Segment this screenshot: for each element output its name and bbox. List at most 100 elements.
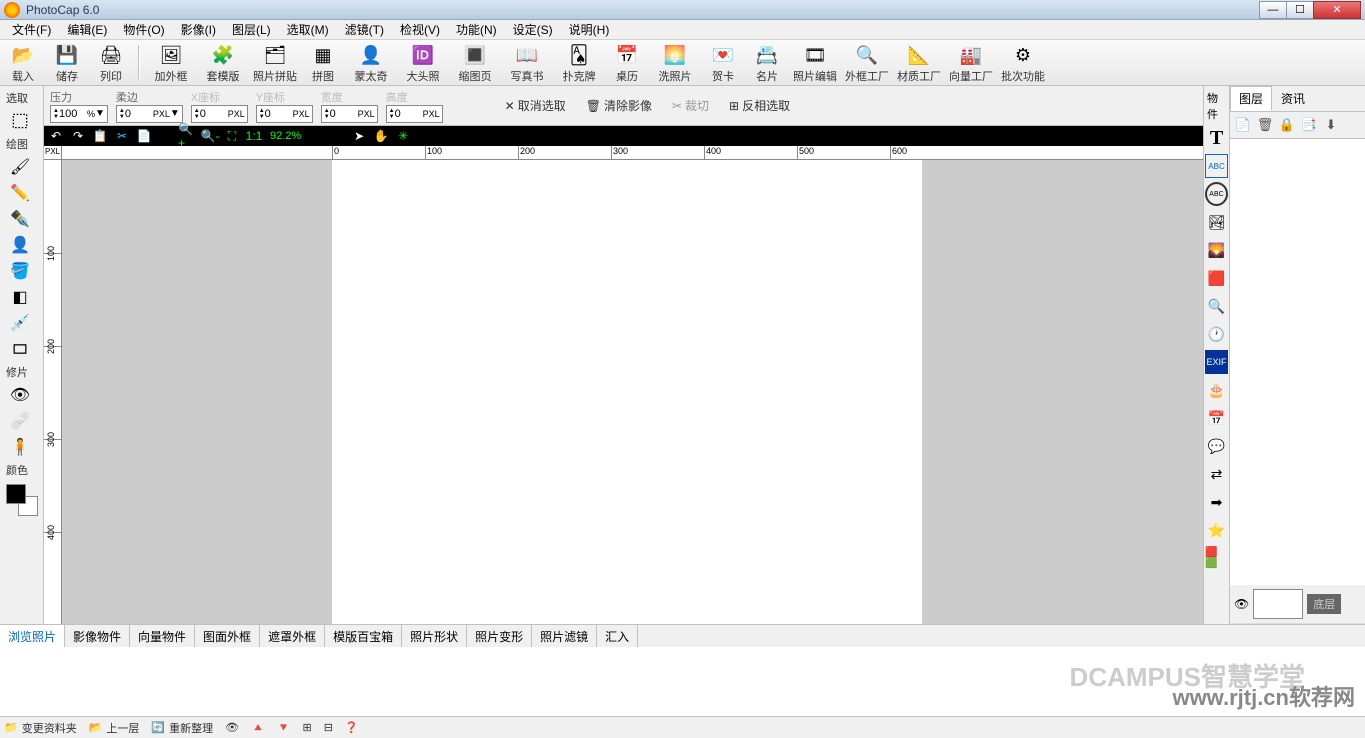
calendar-icon[interactable]: 📅 (1205, 406, 1228, 430)
poker-button[interactable]: 🂡扑克牌 (556, 41, 602, 85)
y-input[interactable]: ▲▼PXL (256, 105, 313, 123)
exif-icon[interactable]: EXIF (1205, 350, 1228, 374)
dup-layer-icon[interactable]: 📑 (1300, 116, 1318, 134)
foreground-color[interactable] (6, 484, 26, 504)
merge-layer-icon[interactable]: ⬇ (1322, 116, 1340, 134)
pressure-input[interactable]: ▲▼%▼ (50, 105, 108, 123)
photo-icon[interactable]: 🌄 (1205, 238, 1228, 262)
edit-button[interactable]: 🎞照片编辑 (792, 41, 838, 85)
abc-circle-icon[interactable]: ABC (1205, 182, 1228, 206)
magnify-icon[interactable]: 🔍 (1205, 294, 1228, 318)
up-folder-button[interactable]: 📂 上一层 (89, 720, 140, 736)
bottom-tab-1[interactable]: 影像物件 (65, 625, 130, 648)
rgb-icon[interactable]: 🟥🟩 (1205, 546, 1228, 570)
bottom-tab-0[interactable]: 浏览照片 (0, 625, 65, 648)
id-photo-button[interactable]: 🆔大头照 (400, 41, 446, 85)
zoom-out-button[interactable]: 🔍- (200, 127, 220, 145)
w-input[interactable]: ▲▼PXL (321, 105, 378, 123)
invert-action[interactable]: ⊞ 反相选取 (723, 95, 796, 116)
arrows-lr-icon[interactable]: ⇄ (1205, 462, 1228, 486)
cake-icon[interactable]: 🎂 (1205, 378, 1228, 402)
view-icon-1[interactable]: 👁 (225, 721, 239, 734)
text-object-icon[interactable]: T (1205, 126, 1228, 150)
clear-action[interactable]: 🗑 清除影像 (580, 95, 658, 116)
redo-button[interactable]: ↷ (68, 127, 88, 145)
marquee-tool[interactable] (2, 108, 38, 134)
menu-0[interactable]: 文件(F) (4, 19, 59, 40)
crop-action[interactable]: ✂ 裁切 (666, 95, 715, 116)
tab-info[interactable]: 资讯 (1272, 86, 1314, 111)
bottom-tab-3[interactable]: 图面外框 (195, 625, 260, 648)
group-icon[interactable]: 🟥 (1205, 266, 1228, 290)
canvas[interactable] (332, 160, 922, 624)
help-icon[interactable]: ❓ (345, 721, 359, 734)
menu-1[interactable]: 编辑(E) (59, 19, 115, 40)
zoom-in-button[interactable]: 🔍+ (178, 127, 198, 145)
calendar-button[interactable]: 📅桌历 (608, 41, 646, 85)
namecard-button[interactable]: 📇名片 (748, 41, 786, 85)
change-folder-button[interactable]: 📁 变更资料夹 (4, 720, 77, 736)
save-button[interactable]: 💾储存 (48, 41, 86, 85)
menu-9[interactable]: 设定(S) (505, 19, 561, 40)
undo-button[interactable]: ↶ (46, 127, 66, 145)
import-button[interactable]: 📂载入 (4, 41, 42, 85)
eyedropper-tool[interactable]: 💉 (2, 310, 38, 336)
star-icon[interactable]: ⭐ (1205, 518, 1228, 542)
view-icon-3[interactable]: 🔻 (277, 721, 291, 734)
menu-8[interactable]: 功能(N) (448, 19, 505, 40)
bucket-tool[interactable]: 🪣 (2, 258, 38, 284)
pencil-tool[interactable]: ✏️ (2, 180, 38, 206)
actual-button[interactable]: 1:1 (244, 127, 264, 145)
menu-10[interactable]: 说明(H) (561, 19, 618, 40)
bottom-tab-2[interactable]: 向量物件 (130, 625, 195, 648)
refresh-button[interactable]: 🔄 重新整理 (151, 720, 213, 736)
redeye-tool[interactable]: 👁 (2, 382, 38, 408)
montage-button[interactable]: 👤蒙太奇 (348, 41, 394, 85)
bottom-tab-4[interactable]: 遮罩外框 (260, 625, 325, 648)
menu-4[interactable]: 图层(L) (224, 19, 279, 40)
menu-5[interactable]: 选取(M) (279, 19, 337, 40)
menu-6[interactable]: 滤镜(T) (337, 19, 392, 40)
new-layer-icon[interactable]: 📄 (1234, 116, 1252, 134)
hand-tool[interactable]: ✋ (371, 127, 391, 145)
add-frame-button[interactable]: 🖼加外框 (148, 41, 194, 85)
frame-factory-button[interactable]: 🔍外框工厂 (844, 41, 890, 85)
book-button[interactable]: 📖写真书 (504, 41, 550, 85)
menu-7[interactable]: 检视(V) (392, 19, 448, 40)
stamp-tool[interactable]: 👤 (2, 232, 38, 258)
abc-box-icon[interactable]: ABC (1205, 154, 1228, 178)
soft-input[interactable]: ▲▼PXL▼ (116, 105, 183, 123)
brush-tool[interactable]: 🖌 (2, 154, 38, 180)
paste-button[interactable]: 📄 (134, 127, 154, 145)
bottom-tab-9[interactable]: 汇入 (597, 625, 638, 648)
puzzle-button[interactable]: ▦拼图 (304, 41, 342, 85)
develop-button[interactable]: 🌅洗照片 (652, 41, 698, 85)
tab-layers[interactable]: 图层 (1230, 86, 1272, 111)
x-input[interactable]: ▲▼PXL (191, 105, 248, 123)
minimize-button[interactable]: — (1259, 1, 1287, 19)
vector-factory-button[interactable]: 🏭向量工厂 (948, 41, 994, 85)
greeting-button[interactable]: 💌贺卡 (704, 41, 742, 85)
speech-icon[interactable]: 💬 (1205, 434, 1228, 458)
view-icon-5[interactable]: ⊟ (324, 721, 333, 734)
bottom-tab-6[interactable]: 照片形状 (402, 625, 467, 648)
h-input[interactable]: ▲▼PXL (386, 105, 443, 123)
misc-tool[interactable]: ✳ (393, 127, 413, 145)
thumb-button[interactable]: 🔳缩图页 (452, 41, 498, 85)
material-factory-button[interactable]: 📐材质工厂 (896, 41, 942, 85)
bottom-tab-5[interactable]: 模版百宝箱 (325, 625, 402, 648)
close-button[interactable]: ✕ (1313, 1, 1361, 19)
arrow-right-icon[interactable]: ➡ (1205, 490, 1228, 514)
template-button[interactable]: 🧩套模版 (200, 41, 246, 85)
layer-row[interactable]: 👁 底层 (1230, 585, 1365, 624)
bottom-tab-7[interactable]: 照片变形 (467, 625, 532, 648)
gradient-tool[interactable]: ◧ (2, 284, 38, 310)
lock-layer-icon[interactable]: 🔒 (1278, 116, 1296, 134)
shape-tool[interactable] (2, 336, 38, 362)
canvas-area[interactable] (62, 160, 1203, 624)
batch-button[interactable]: ⚙批次功能 (1000, 41, 1046, 85)
heal-tool[interactable]: 🩹 (2, 408, 38, 434)
cut-button[interactable]: ✂ (112, 127, 132, 145)
menu-3[interactable]: 影像(I) (173, 19, 224, 40)
view-icon-4[interactable]: ⊞ (302, 721, 311, 734)
